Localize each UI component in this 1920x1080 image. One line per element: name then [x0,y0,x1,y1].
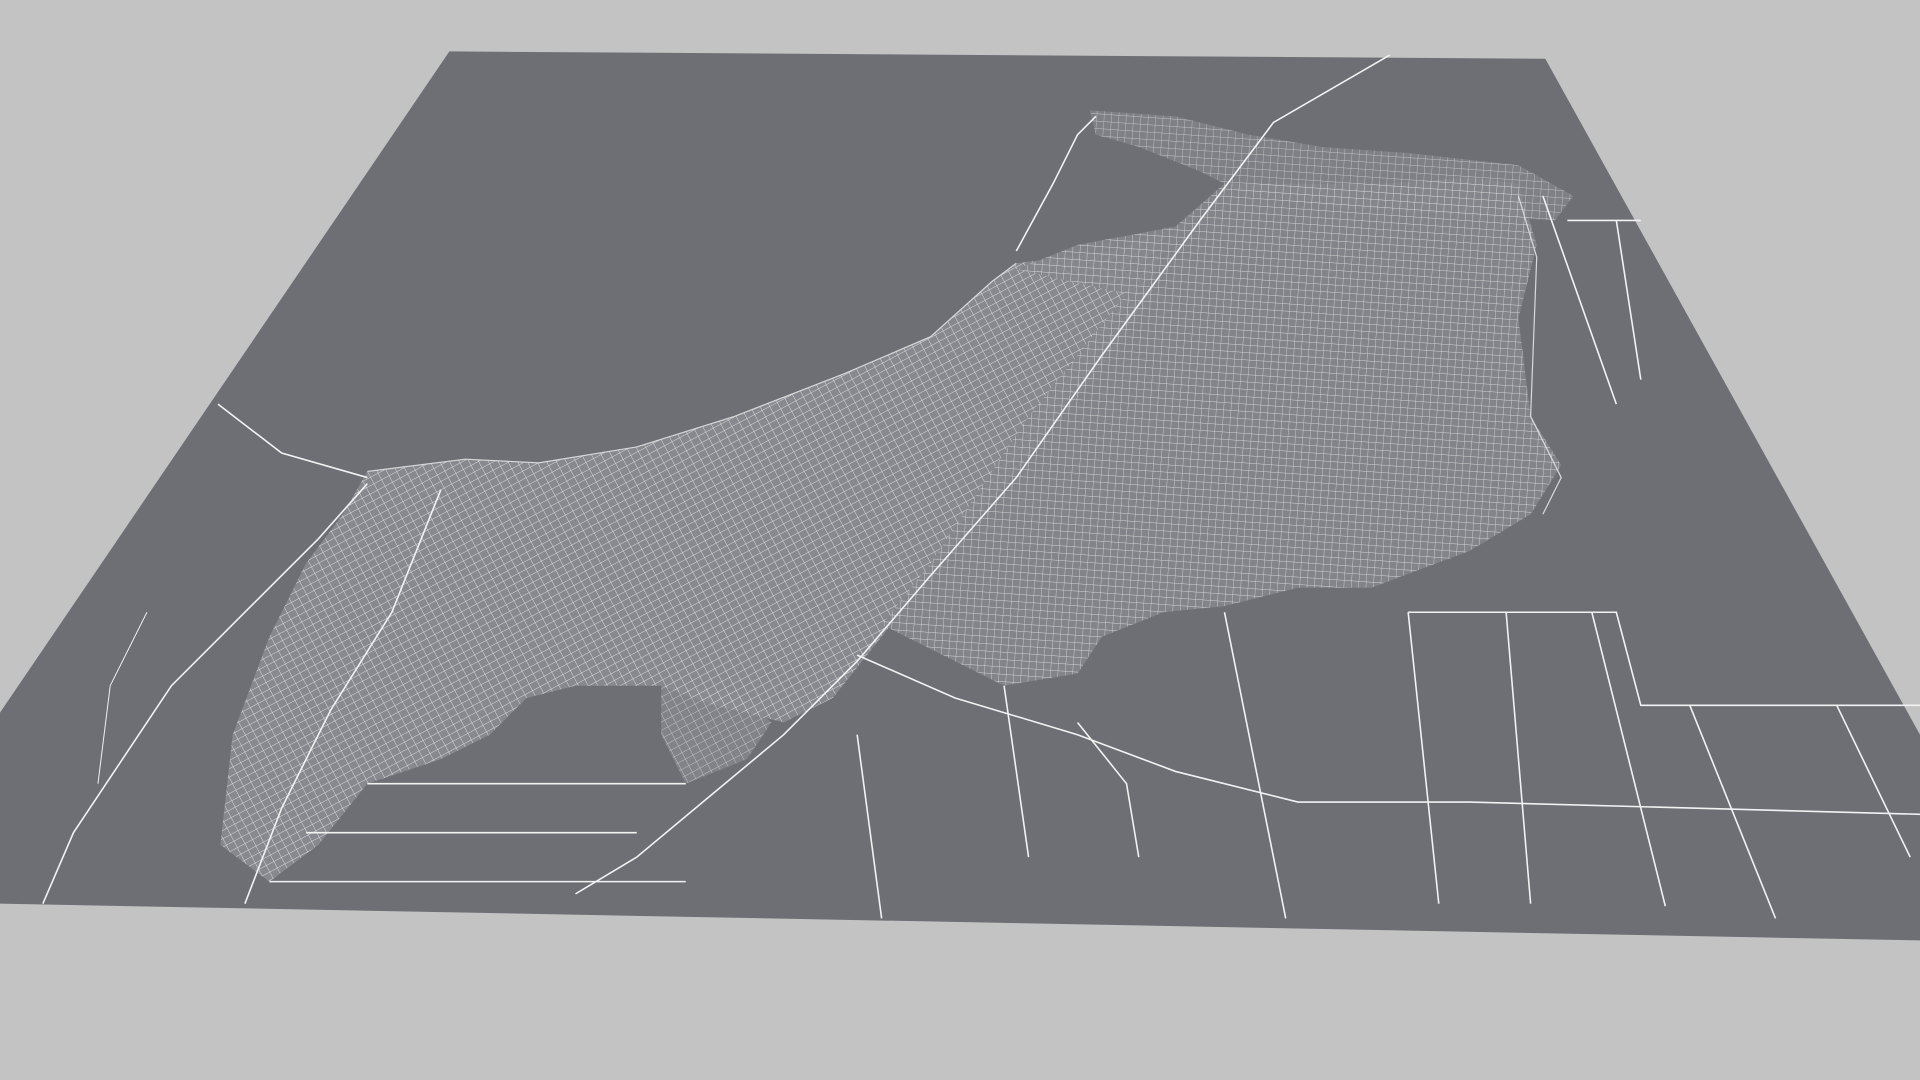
map-3d-viewport[interactable] [0,0,1920,1080]
